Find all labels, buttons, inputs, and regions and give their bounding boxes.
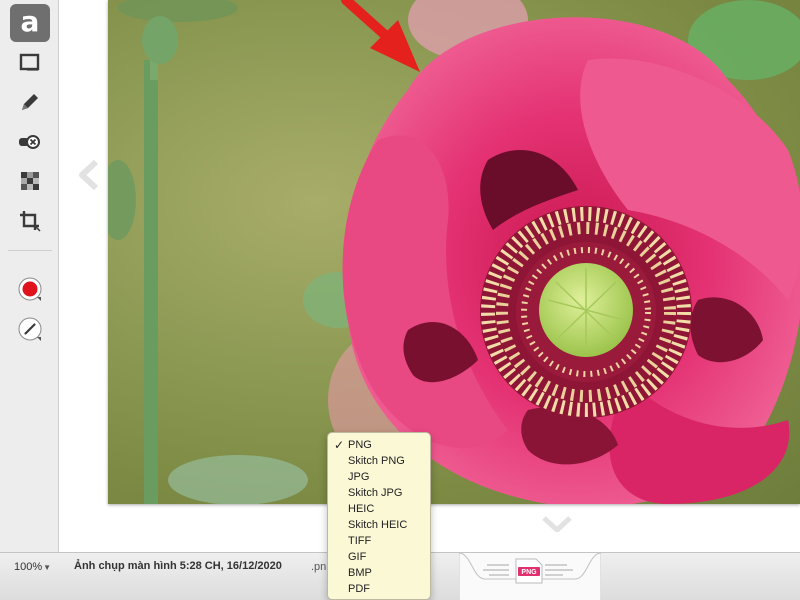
text-tool-button[interactable]: a	[10, 4, 50, 42]
format-option-skitch-heic[interactable]: Skitch HEIC	[328, 517, 430, 533]
format-option-label: Skitch PNG	[348, 455, 405, 467]
pencil-tool-button[interactable]	[10, 84, 50, 120]
next-arrow-icon[interactable]	[542, 516, 572, 532]
toolbar-divider	[8, 250, 52, 251]
png-file-icon: PNG	[515, 558, 543, 584]
annotation-arrow[interactable]	[340, 0, 430, 76]
format-option-label: JPG	[348, 471, 370, 483]
format-option-label: Skitch HEIC	[348, 519, 408, 531]
previous-arrow-icon[interactable]	[78, 160, 98, 190]
pixelate-icon	[21, 172, 39, 190]
format-option-skitch-jpg[interactable]: Skitch JPG	[328, 485, 430, 501]
format-option-label: HEIC	[348, 503, 375, 515]
color-dot-icon	[18, 277, 42, 301]
format-menu: ✓ PNG Skitch PNG JPG Skitch JPG HEIC Ski…	[327, 432, 431, 600]
format-option-tiff[interactable]: TIFF	[328, 533, 430, 549]
line-width-button[interactable]	[10, 311, 50, 347]
format-option-label: PNG	[348, 439, 372, 451]
format-option-png[interactable]: ✓ PNG	[328, 437, 430, 453]
rectangle-tool-button[interactable]	[10, 45, 50, 81]
pixelate-tool-button[interactable]	[10, 163, 50, 199]
format-option-pdf[interactable]: PDF	[328, 581, 430, 597]
zoom-level: 100%	[14, 561, 43, 573]
pencil-icon	[22, 94, 38, 110]
format-option-bmp[interactable]: BMP	[328, 565, 430, 581]
crop-tool-button[interactable]	[10, 203, 50, 239]
format-option-label: TIFF	[348, 535, 372, 547]
checkmark-icon: ✓	[334, 438, 345, 452]
eraser-icon	[19, 135, 40, 149]
poppy-photo	[108, 0, 800, 504]
line-width-icon	[18, 317, 42, 341]
text-icon: a	[20, 4, 40, 38]
format-option-label: Skitch JPG	[348, 487, 403, 499]
format-option-heic[interactable]: HEIC	[328, 501, 430, 517]
screenshot-image[interactable]	[108, 0, 800, 504]
file-name[interactable]: Ảnh chụp màn hình 5:28 CH, 16/12/2020	[74, 560, 282, 572]
format-button[interactable]: .pn	[311, 561, 326, 573]
color-picker-button[interactable]	[10, 271, 50, 307]
zoom-menu[interactable]: 100%▼	[14, 561, 51, 573]
rectangle-icon	[19, 53, 40, 71]
crop-icon	[20, 211, 41, 232]
tool-palette: a	[0, 0, 59, 552]
chevron-down-icon: ▼	[43, 563, 52, 572]
eraser-tool-button[interactable]	[10, 124, 50, 160]
format-option-label: GIF	[348, 551, 367, 563]
format-option-jpg[interactable]: JPG	[328, 469, 430, 485]
format-option-label: PDF	[348, 583, 370, 595]
format-option-label: BMP	[348, 567, 372, 579]
format-option-gif[interactable]: GIF	[328, 549, 430, 565]
skitch-window: a 100%▼ Ảnh chụp màn hình 5:28 CH, 16/12…	[0, 0, 800, 600]
format-option-skitch-png[interactable]: Skitch PNG	[328, 453, 430, 469]
drag-and-drop-tab[interactable]: PNG	[459, 553, 601, 600]
drag-badge-label: PNG	[521, 569, 537, 576]
